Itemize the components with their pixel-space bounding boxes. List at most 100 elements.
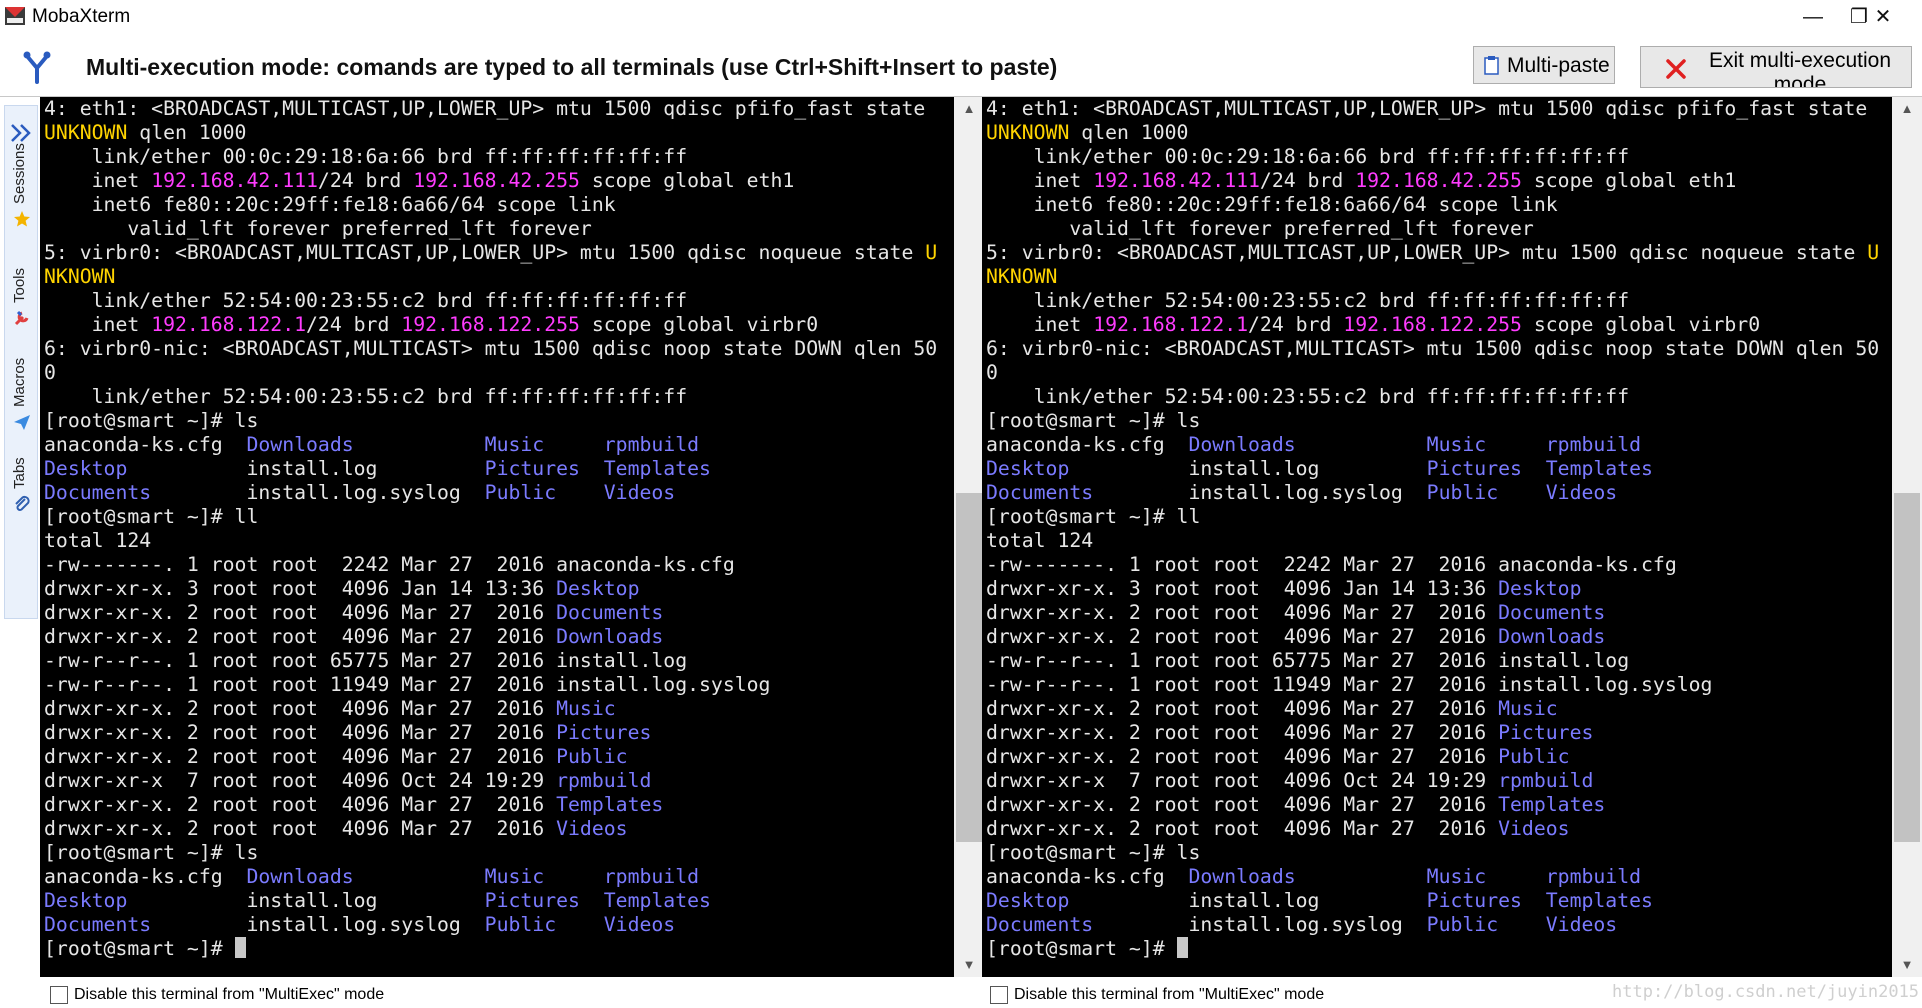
terminal-text: rpmbuild: [1545, 865, 1642, 888]
terminal-text: Desktop: [44, 457, 128, 480]
terminal-line: 6: virbr0-nic: <BROADCAST,MULTICAST> mtu…: [44, 337, 954, 361]
terminal-text: inet6 fe80::20c:29ff:fe18:6a66/64 scope …: [986, 193, 1558, 216]
terminal-scrollbar[interactable]: ▲ ▼: [1892, 97, 1922, 977]
terminal-text: U: [925, 241, 938, 264]
terminal-line: UNKNOWN qlen 1000: [44, 121, 954, 145]
terminal-line: total 124: [44, 529, 954, 553]
terminal-text: Documents: [44, 913, 152, 936]
scroll-up-arrow-icon[interactable]: ▲: [954, 97, 984, 121]
terminal-text: Templates: [1498, 793, 1606, 816]
terminal-scrollbar[interactable]: ▲ ▼: [954, 97, 984, 977]
terminal-line: link/ether 00:0c:29:18:6a:66 brd ff:ff:f…: [986, 145, 1892, 169]
terminal-cursor: [234, 937, 246, 958]
terminal-text: inet: [986, 313, 1094, 336]
terminal-text: link/ether 00:0c:29:18:6a:66 brd ff:ff:f…: [44, 145, 688, 168]
terminal-text: Public: [1498, 745, 1570, 768]
terminal-text: -rw-------. 1 root root 2242 Mar 27 2016…: [986, 553, 1677, 576]
sidebar-tab-label: Sessions: [11, 142, 28, 204]
clipboard-icon: [1484, 56, 1499, 75]
terminal-text: valid_lft forever preferred_lft forever: [986, 217, 1534, 240]
minimize-button[interactable]: —: [1790, 2, 1836, 32]
terminal-line: link/ether 52:54:00:23:55:c2 brd ff:ff:f…: [44, 289, 954, 313]
terminal-text: 4: eth1: <BROADCAST,MULTICAST,UP,LOWER_U…: [986, 97, 1868, 120]
terminal-text: Documents: [986, 913, 1094, 936]
terminal-pane-1[interactable]: 4: eth1: <BROADCAST,MULTICAST,UP,LOWER_U…: [40, 97, 984, 977]
terminal-text: valid_lft forever preferred_lft forever: [44, 217, 592, 240]
checkbox-label: Disable this terminal from "MultiExec" m…: [74, 986, 385, 1003]
terminal-text: Videos: [603, 481, 676, 504]
terminal-text: drwxr-xr-x. 2 root root 4096 Mar 27 2016: [986, 721, 1499, 744]
checkbox[interactable]: [990, 986, 1008, 1004]
terminal-line: NKNOWN: [44, 265, 954, 289]
terminal-text: inet: [44, 313, 152, 336]
terminal-line: link/ether 00:0c:29:18:6a:66 brd ff:ff:f…: [44, 145, 954, 169]
terminal-text: 5: virbr0: <BROADCAST,MULTICAST,UP,LOWER…: [986, 241, 1868, 264]
sidebar-tab-label: Tabs: [11, 457, 28, 489]
terminal-text: Pictures: [1426, 889, 1522, 912]
terminal-text: drwxr-xr-x. 2 root root 4096 Mar 27 2016: [986, 601, 1499, 624]
terminal-line: inet6 fe80::20c:29ff:fe18:6a66/64 scope …: [986, 193, 1892, 217]
terminal-text: -rw-r--r--. 1 root root 65775 Mar 27 201…: [44, 649, 688, 672]
scrollbar-thumb[interactable]: [956, 493, 982, 842]
terminal-text: drwxr-xr-x. 3 root root 4096 Jan 14 13:3…: [986, 577, 1499, 600]
terminal-text: drwxr-xr-x. 2 root root 4096 Mar 27 2016: [44, 745, 557, 768]
terminal-line: inet 192.168.122.1/24 brd 192.168.122.25…: [986, 313, 1892, 337]
checkbox[interactable]: [50, 986, 68, 1004]
terminal-text: Pictures: [1426, 457, 1522, 480]
terminal-line: [root@smart ~]# ll: [44, 505, 954, 529]
terminal-line: anaconda-ks.cfg Downloads Music rpmbuild: [44, 865, 954, 889]
terminal-text: drwxr-xr-x. 2 root root 4096 Mar 27 2016: [44, 721, 557, 744]
paper-plane-icon: [14, 415, 30, 431]
terminal-line: drwxr-xr-x. 2 root root 4096 Mar 27 2016…: [44, 601, 954, 625]
terminal-text: 4: eth1: <BROADCAST,MULTICAST,UP,LOWER_U…: [44, 97, 926, 120]
terminal-text: Music: [1426, 433, 1487, 456]
terminal-text: Public: [556, 745, 628, 768]
terminal-output[interactable]: 4: eth1: <BROADCAST,MULTICAST,UP,LOWER_U…: [982, 97, 1892, 977]
terminal-line: link/ether 52:54:00:23:55:c2 brd ff:ff:f…: [986, 289, 1892, 313]
terminal-line: Desktop install.log Pictures Templates: [986, 889, 1892, 913]
multiexec-message: Multi-execution mode: comands are typed …: [86, 54, 1058, 80]
terminal-text: -rw-------. 1 root root 2242 Mar 27 2016…: [44, 553, 735, 576]
terminal-line: anaconda-ks.cfg Downloads Music rpmbuild: [986, 433, 1892, 457]
terminal-text: total 124: [44, 529, 152, 552]
terminal-text: drwxr-xr-x. 2 root root 4096 Mar 27 2016: [986, 817, 1499, 840]
terminal-pane-2[interactable]: 4: eth1: <BROADCAST,MULTICAST,UP,LOWER_U…: [982, 97, 1922, 977]
terminal-text: Music: [484, 865, 545, 888]
terminal-line: drwxr-xr-x. 2 root root 4096 Mar 27 2016…: [986, 625, 1892, 649]
terminal-text: drwxr-xr-x. 2 root root 4096 Mar 27 2016: [986, 625, 1499, 648]
close-button[interactable]: ✕: [1860, 2, 1906, 32]
terminal-text: Downloads: [1188, 865, 1296, 888]
terminal-line: 6: virbr0-nic: <BROADCAST,MULTICAST> mtu…: [986, 337, 1892, 361]
terminal-line: UNKNOWN qlen 1000: [986, 121, 1892, 145]
scroll-down-arrow-icon[interactable]: ▼: [954, 953, 984, 977]
scrollbar-thumb[interactable]: [1894, 493, 1920, 842]
terminal-text: link/ether 52:54:00:23:55:c2 brd ff:ff:f…: [44, 385, 688, 408]
terminal-text: NKNOWN: [44, 265, 116, 288]
terminal-line: Documents install.log.syslog Public Vide…: [986, 913, 1892, 937]
terminal-output[interactable]: 4: eth1: <BROADCAST,MULTICAST,UP,LOWER_U…: [40, 97, 954, 977]
terminal-text: scope global virbr0: [1521, 313, 1761, 336]
scroll-up-arrow-icon[interactable]: ▲: [1892, 97, 1922, 121]
terminal-text: -rw-r--r--. 1 root root 11949 Mar 27 201…: [44, 673, 771, 696]
terminal-line: 4: eth1: <BROADCAST,MULTICAST,UP,LOWER_U…: [44, 97, 954, 121]
multi-paste-label: Multi-paste: [1507, 54, 1610, 77]
terminal-text: drwxr-xr-x. 3 root root 4096 Jan 14 13:3…: [44, 577, 557, 600]
terminal-text: link/ether 52:54:00:23:55:c2 brd ff:ff:f…: [986, 385, 1630, 408]
exit-multiexec-button[interactable]: Exit multi-execution mode: [1640, 46, 1912, 88]
terminal-text: drwxr-xr-x. 2 root root 4096 Mar 27 2016: [986, 793, 1499, 816]
scroll-down-arrow-icon[interactable]: ▼: [1892, 953, 1922, 977]
terminal-line: [root@smart ~]#: [44, 937, 954, 961]
multi-paste-button[interactable]: Multi-paste: [1473, 46, 1615, 84]
terminal-text: scope global virbr0: [579, 313, 819, 336]
terminal-line: Documents install.log.syslog Public Vide…: [44, 913, 954, 937]
double-chevron-right-icon[interactable]: [9, 122, 33, 144]
terminal-line: 4: eth1: <BROADCAST,MULTICAST,UP,LOWER_U…: [986, 97, 1892, 121]
terminal-line: Documents install.log.syslog Public Vide…: [44, 481, 954, 505]
terminal-text: /24 brd: [317, 169, 414, 192]
terminal-line: 5: virbr0: <BROADCAST,MULTICAST,UP,LOWER…: [44, 241, 954, 265]
